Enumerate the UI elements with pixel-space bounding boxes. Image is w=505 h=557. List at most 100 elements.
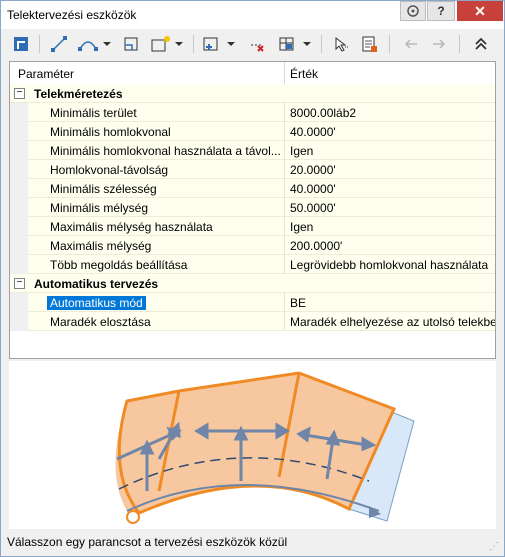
toolbar bbox=[5, 31, 500, 59]
category-label: Automatikus tervezés bbox=[34, 277, 159, 291]
property-row[interactable]: Minimális homlokvonal használata a távol… bbox=[10, 141, 495, 160]
property-value[interactable]: Maradék elhelyezése az utolsó telekbe bbox=[290, 315, 495, 329]
property-name: Maximális mélység bbox=[50, 239, 152, 253]
property-row[interactable]: Minimális mélység 50.0000' bbox=[10, 198, 495, 217]
slide-line-button[interactable] bbox=[147, 33, 187, 55]
property-row[interactable]: Maximális mélység használata Igen bbox=[10, 217, 495, 236]
toolbar-separator bbox=[193, 35, 194, 53]
undo-icon bbox=[404, 39, 417, 49]
preview-panel bbox=[9, 361, 496, 529]
start-point-marker bbox=[126, 510, 140, 524]
add-icon bbox=[203, 37, 235, 51]
property-value[interactable]: 40.0000' bbox=[290, 125, 336, 139]
property-value[interactable]: 200.0000' bbox=[290, 239, 342, 253]
cell-divider bbox=[284, 179, 285, 198]
property-row-selected[interactable]: Automatikus mód BE bbox=[10, 293, 495, 312]
cell-divider bbox=[284, 160, 285, 179]
category-label: Telekméretezés bbox=[34, 87, 123, 101]
redo-icon bbox=[433, 39, 446, 49]
line-icon bbox=[51, 36, 67, 52]
collapse-toggle-icon[interactable]: − bbox=[14, 88, 25, 99]
resize-grip-icon[interactable]: ⋰ bbox=[489, 541, 499, 552]
table-icon bbox=[279, 37, 311, 51]
row-gutter bbox=[10, 122, 28, 141]
cell-divider bbox=[284, 103, 285, 122]
toolbar-separator bbox=[389, 35, 390, 53]
row-gutter bbox=[10, 179, 28, 198]
close-button[interactable]: ✕ bbox=[457, 1, 503, 21]
parameter-grid: Paraméter Érték − Telekméretezés Minimál… bbox=[9, 61, 496, 359]
cell-divider bbox=[284, 141, 285, 160]
collapse-toggle-icon[interactable]: − bbox=[14, 278, 25, 289]
undo-button[interactable] bbox=[399, 33, 423, 55]
property-value[interactable]: 40.0000' bbox=[290, 182, 336, 196]
column-header-parameter[interactable]: Paraméter bbox=[18, 67, 74, 81]
row-gutter bbox=[10, 141, 28, 160]
column-header-value[interactable]: Érték bbox=[290, 67, 318, 81]
frontage-icon bbox=[124, 37, 138, 51]
cell-divider bbox=[284, 217, 285, 236]
property-name: Minimális homlokvonal használata a távol… bbox=[50, 144, 281, 158]
window-title: Telektervezési eszközök bbox=[7, 8, 137, 22]
property-name: Minimális homlokvonal bbox=[50, 125, 171, 139]
property-row[interactable]: Maradék elosztása Maradék elhelyezése az … bbox=[10, 312, 495, 331]
property-name: Maradék elosztása bbox=[50, 315, 151, 329]
column-divider[interactable] bbox=[284, 62, 285, 84]
row-gutter bbox=[10, 103, 28, 122]
toolbar-separator bbox=[39, 35, 40, 53]
curve-icon bbox=[78, 41, 111, 51]
property-row[interactable]: Több megoldás beállítása Legrövidebb homl… bbox=[10, 255, 495, 274]
row-gutter bbox=[10, 293, 28, 312]
property-value[interactable]: 20.0000' bbox=[290, 163, 336, 177]
property-name: Minimális mélység bbox=[50, 201, 149, 215]
select-parcel-button[interactable] bbox=[9, 33, 33, 55]
property-name: Automatikus mód bbox=[47, 296, 146, 310]
row-gutter bbox=[10, 236, 28, 255]
property-row[interactable]: Homlokvonal-távolság 20.0000' bbox=[10, 160, 495, 179]
properties-button[interactable] bbox=[357, 33, 381, 55]
help-icon bbox=[407, 5, 419, 17]
table-button[interactable] bbox=[275, 33, 315, 55]
property-name: Minimális terület bbox=[50, 106, 137, 120]
properties-icon bbox=[362, 36, 377, 52]
property-row[interactable]: Minimális szélesség 40.0000' bbox=[10, 179, 495, 198]
add-button[interactable] bbox=[199, 33, 239, 55]
curve-tool-button[interactable] bbox=[75, 33, 115, 55]
collapse-button[interactable] bbox=[469, 33, 493, 55]
dialog-window: Telektervezési eszközök ? ✕ Paraméter Ér… bbox=[0, 0, 505, 557]
property-name: Több megoldás beállítása bbox=[50, 258, 188, 272]
redo-button[interactable] bbox=[427, 33, 451, 55]
category-row-telekmeretezes[interactable]: − Telekméretezés bbox=[10, 84, 495, 103]
row-gutter bbox=[10, 160, 28, 179]
line-tool-button[interactable] bbox=[47, 33, 71, 55]
pick-button[interactable] bbox=[329, 33, 353, 55]
cell-divider bbox=[284, 122, 285, 141]
property-row[interactable]: Maximális mélység 200.0000' bbox=[10, 236, 495, 255]
help-icon-button[interactable] bbox=[400, 1, 426, 21]
property-row[interactable]: Minimális terület 8000.00láb2 bbox=[10, 103, 495, 122]
property-name: Minimális szélesség bbox=[50, 182, 157, 196]
grid-header: Paraméter Érték bbox=[10, 62, 495, 85]
row-gutter bbox=[10, 312, 28, 331]
frontage-button[interactable] bbox=[119, 33, 143, 55]
property-value[interactable]: 50.0000' bbox=[290, 201, 336, 215]
help-button[interactable]: ? bbox=[427, 1, 455, 21]
cell-divider bbox=[284, 255, 285, 274]
property-row[interactable]: Minimális homlokvonal 40.0000' bbox=[10, 122, 495, 141]
delete-button[interactable] bbox=[245, 33, 269, 55]
property-value[interactable]: Legrövidebb homlokvonal használata bbox=[290, 258, 488, 272]
property-value[interactable]: Igen bbox=[290, 144, 313, 158]
cell-divider bbox=[284, 236, 285, 255]
property-name: Homlokvonal-távolság bbox=[50, 163, 169, 177]
status-bar-text: Válasszon egy parancsot a tervezési eszk… bbox=[7, 535, 288, 549]
property-value[interactable]: 8000.00láb2 bbox=[290, 106, 356, 120]
property-value[interactable]: BE bbox=[290, 296, 306, 310]
property-value[interactable]: Igen bbox=[290, 220, 313, 234]
property-name: Maximális mélység használata bbox=[50, 220, 213, 234]
category-row-automatikus-tervezes[interactable]: − Automatikus tervezés bbox=[10, 274, 495, 293]
slide-line-icon bbox=[151, 36, 183, 52]
cell-divider bbox=[284, 198, 285, 217]
toolbar-separator bbox=[459, 35, 460, 53]
cell-divider bbox=[284, 293, 285, 312]
row-gutter bbox=[10, 217, 28, 236]
